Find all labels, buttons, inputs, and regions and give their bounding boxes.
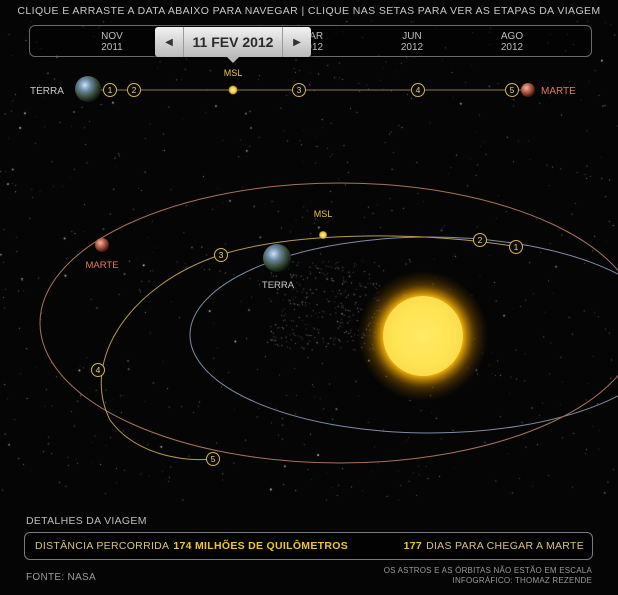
mars-orbit (39, 182, 618, 464)
distance-value: 174 MILHÕES DE QUILÔMETROS (173, 540, 349, 552)
distance-readout: DISTÂNCIA PERCORRIDA 174 MILHÕES DE QUILÔ… (35, 533, 348, 559)
timeline-end-label: MARTE (541, 86, 576, 97)
details-title: DETALHES DA VIAGEM (26, 515, 147, 527)
timeline-step-marker[interactable]: 4 (411, 83, 425, 97)
timeline-earth-icon (75, 76, 101, 102)
details-panel: DISTÂNCIA PERCORRIDA 174 MILHÕES DE QUILÔ… (24, 532, 593, 560)
timeline-step-marker[interactable]: 5 (505, 83, 519, 97)
orbit-step-marker[interactable]: 2 (473, 233, 487, 247)
step-number: 3 (297, 85, 302, 95)
step-number: 1 (514, 242, 519, 252)
step-number: 1 (108, 85, 113, 95)
sun-core (383, 296, 463, 376)
step-number: 2 (132, 85, 137, 95)
step-number: 4 (96, 365, 101, 375)
days-readout: 177 DIAS PARA CHEGAR A MARTE (404, 533, 584, 559)
orbit-earth-icon (263, 244, 291, 272)
step-number: 5 (510, 85, 515, 95)
orbit-mars-icon (95, 238, 109, 252)
step-number: 4 (416, 85, 421, 95)
source-text: FONTE: NASA (26, 572, 96, 583)
orbit-step-marker[interactable]: 4 (91, 363, 105, 377)
step-number: 5 (211, 454, 216, 464)
timeline-step-marker[interactable]: 3 (292, 83, 306, 97)
credit-text: INFOGRÁFICO: THOMAZ REZENDE (452, 576, 592, 585)
days-value: 177 (403, 540, 423, 552)
solar-system-scene: TERRA MARTE 1 2 3 4 5 MSL TERRA MARTE MSL 1 2… (30, 68, 618, 466)
orbit-step-marker[interactable]: 1 (509, 240, 523, 254)
orbit-step-marker[interactable]: 5 (206, 452, 220, 466)
timeline-msl-marker[interactable] (228, 85, 238, 95)
timeline-msl-label: MSL (224, 68, 243, 78)
timeline-step-marker[interactable]: 1 (103, 83, 117, 97)
orbit-msl-label: MSL (314, 209, 333, 219)
step-number: 2 (478, 235, 483, 245)
distance-label: DISTÂNCIA PERCORRIDA (35, 540, 170, 552)
scale-note: OS ASTROS E AS ÓRBITAS NÃO ESTÃO EM ESCA… (383, 566, 592, 575)
credits: OS ASTROS E AS ÓRBITAS NÃO ESTÃO EM ESCA… (384, 566, 592, 586)
timeline-start-label: TERRA (30, 86, 64, 97)
orbit-mars-label: MARTE (85, 260, 118, 271)
orbit-earth-label: TERRA (262, 280, 295, 291)
days-label: DIAS PARA CHEGAR A MARTE (426, 540, 584, 552)
orbit-step-marker[interactable]: 3 (214, 248, 228, 262)
timeline-step-marker[interactable]: 2 (127, 83, 141, 97)
orbit-msl-marker (319, 231, 327, 239)
step-number: 3 (219, 250, 224, 260)
timeline-mars-icon (521, 83, 535, 97)
